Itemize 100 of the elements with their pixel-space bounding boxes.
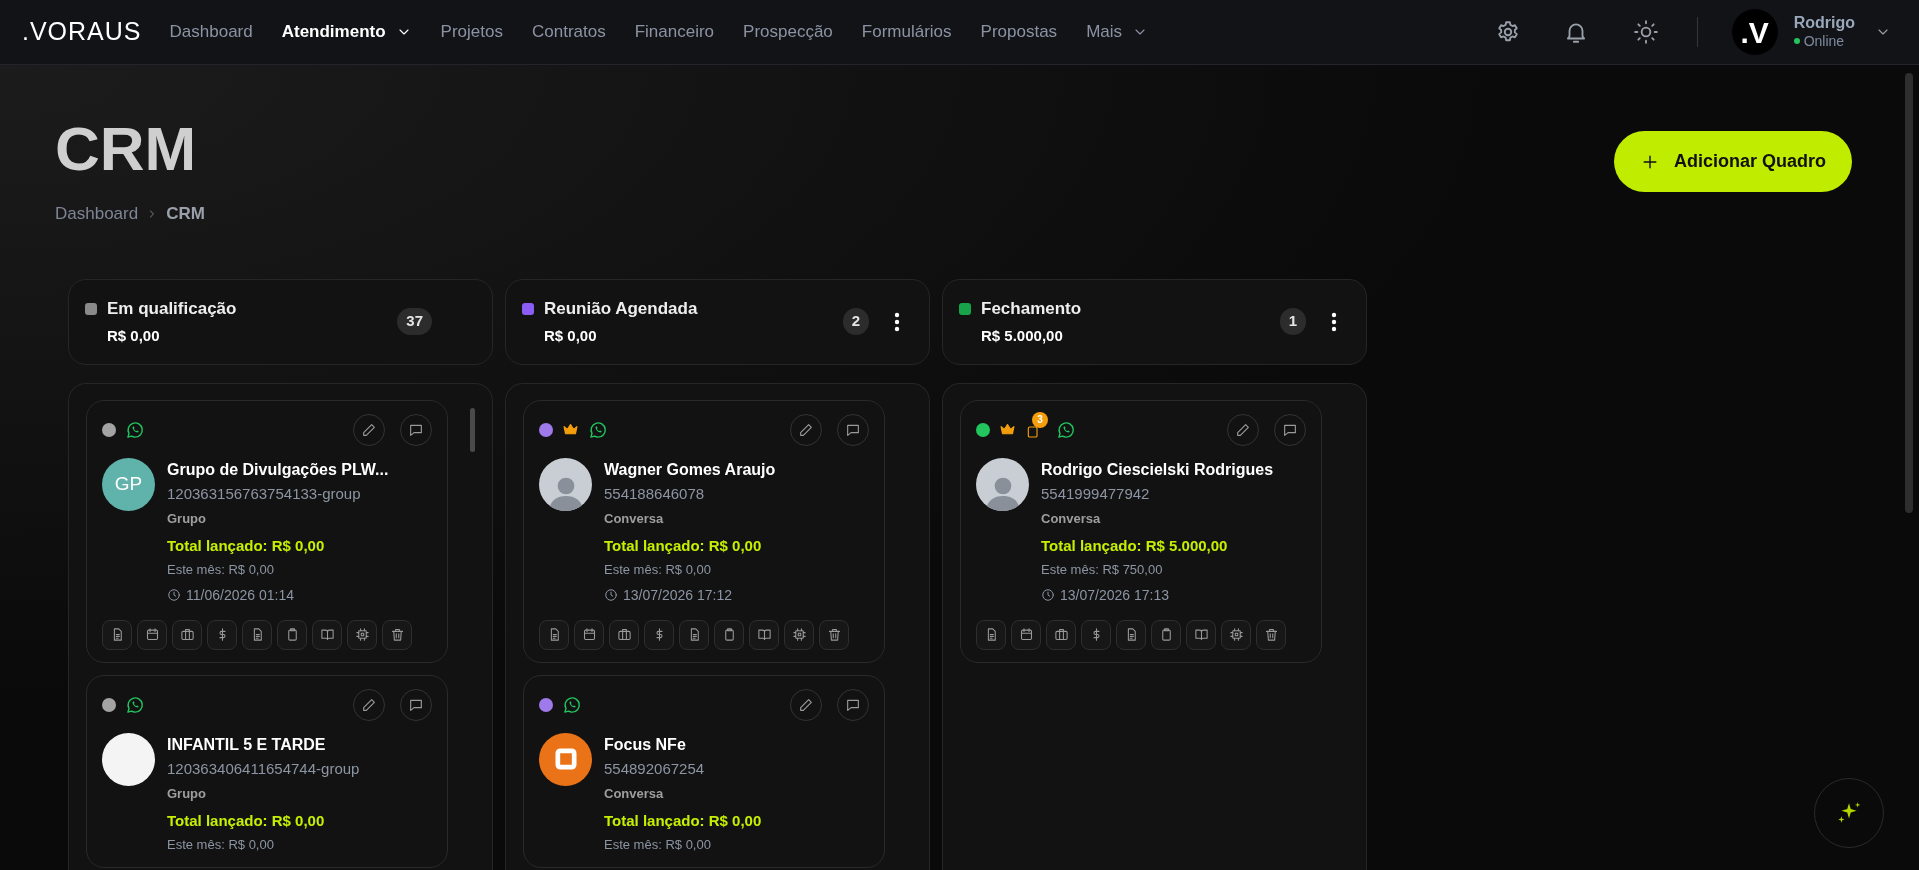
lead-card[interactable]: 3 Rodrigo Ciescielski Rodrigues 5541999477942 Conversa Total lançado: R$ 5.000,00 Este mês: R$ 750,00 13/07/2026 17:13: [960, 399, 1322, 663]
open-book-button[interactable]: [1186, 619, 1216, 650]
monthly-amount: Este mês: R$ 750,00: [1041, 561, 1164, 579]
monthly-amount: Este mês: R$ 0,00: [167, 561, 275, 579]
user-avatar[interactable]: .V: [1731, 9, 1778, 55]
whatsapp-icon: [588, 419, 608, 440]
clipboard-button[interactable]: [277, 619, 307, 650]
nav-link[interactable]: Dashboard: [169, 19, 253, 45]
nav-link[interactable]: Financeiro: [634, 19, 715, 45]
pencil-icon: [361, 696, 377, 713]
column-title: Em qualificação: [107, 297, 237, 320]
calendar-button[interactable]: [574, 619, 604, 650]
whatsapp-icon: [562, 694, 582, 715]
calendar-icon: [581, 627, 597, 642]
nav-link[interactable]: Contratos: [531, 19, 606, 45]
scrollbar-thumb[interactable]: [470, 407, 475, 452]
contact-type: Conversa: [1041, 510, 1102, 528]
clipboard-button[interactable]: [714, 619, 744, 650]
lead-card[interactable]: Wagner Gomes Araujo 554188646078 Conversa Total lançado: R$ 0,00 Este mês: R$ 0,00 13/07/2026 17:12: [523, 399, 885, 663]
document-button[interactable]: [976, 619, 1006, 650]
calendar-button[interactable]: [1011, 619, 1041, 650]
whatsapp-icon: [125, 694, 145, 715]
whatsapp-icon: [1056, 419, 1076, 440]
brand-logo[interactable]: .VORAUS: [22, 13, 142, 51]
chip-icon: [791, 627, 807, 642]
monthly-amount: Este mês: R$ 0,00: [604, 836, 712, 854]
total-amount: Total lançado: R$ 0,00: [167, 810, 326, 831]
column-total: R$ 0,00: [107, 326, 161, 346]
page-title: CRM: [55, 113, 198, 185]
column-total: R$ 0,00: [544, 326, 598, 346]
clock-icon: [1041, 588, 1055, 602]
nav-link[interactable]: Prospecção: [743, 19, 833, 45]
avatar-logo: [539, 732, 592, 786]
open-book-button[interactable]: [749, 619, 779, 650]
briefcase-icon: [1053, 627, 1069, 642]
avatar-photo-placeholder: [976, 457, 1029, 511]
total-amount: Total lançado: R$ 0,00: [167, 535, 326, 556]
briefcase-button[interactable]: [1046, 619, 1076, 650]
kebab-menu-icon: [894, 311, 900, 332]
nav-link[interactable]: Mais: [1086, 19, 1149, 45]
chip-button[interactable]: [1221, 619, 1251, 650]
monthly-amount: Este mês: R$ 0,00: [167, 836, 275, 854]
briefcase-button[interactable]: [609, 619, 639, 650]
open-book-button[interactable]: [312, 619, 342, 650]
nav-link[interactable]: Formulários: [861, 19, 952, 45]
contact-name: Grupo de Divulgações PLW...: [167, 459, 389, 480]
nav-link[interactable]: Projetos: [440, 19, 503, 45]
document-button[interactable]: [242, 619, 272, 650]
contact-type: Grupo: [167, 785, 207, 803]
lead-card[interactable]: GP Grupo de Divulgações PLW... 120363156763754133-group Grupo Total lançado: R$ 0,00 Este mês: R$ 0,00 11/06/2026 01:14: [86, 399, 448, 663]
count-badge: 1: [1279, 308, 1306, 335]
briefcase-button[interactable]: [172, 619, 202, 650]
nav-link[interactable]: Propostas: [980, 19, 1058, 45]
calendar-button[interactable]: [137, 619, 167, 650]
column-total: R$ 5.000,00: [981, 326, 1064, 346]
document-button[interactable]: [679, 619, 709, 650]
contact-name: Focus NFe: [604, 734, 687, 755]
sun-icon: [1632, 19, 1659, 45]
monthly-amount: Este mês: R$ 0,00: [604, 561, 712, 579]
chip-button[interactable]: [347, 619, 377, 650]
calendar-icon: [144, 627, 160, 642]
trash-button[interactable]: [1256, 619, 1286, 650]
pencil-icon: [1235, 421, 1251, 438]
contact-name: Wagner Gomes Araujo: [604, 459, 776, 480]
column-title: Reunião Agendada: [544, 297, 698, 320]
column-title: Fechamento: [981, 297, 1082, 320]
document-button[interactable]: [539, 619, 569, 650]
avatar: GP: [102, 457, 155, 511]
kebab-menu-icon: [1331, 311, 1337, 332]
contact-type: Conversa: [604, 510, 665, 528]
phone-number: 554188646078: [604, 483, 706, 504]
trash-button[interactable]: [819, 619, 849, 650]
clock-icon: [604, 588, 618, 602]
dollar-button[interactable]: [644, 619, 674, 650]
lead-card[interactable]: INFANTIL 5 E TARDE 120363406411654744-group Grupo Total lançado: R$ 0,00 Este mês: R$ 0,00: [86, 674, 448, 868]
page-scrollbar[interactable]: [1905, 73, 1913, 513]
document-button[interactable]: [1116, 619, 1146, 650]
breadcrumb-link[interactable]: Dashboard: [55, 201, 139, 227]
total-amount: Total lançado: R$ 0,00: [604, 810, 762, 831]
dollar-button[interactable]: [1081, 619, 1111, 650]
phone-number: 5541999477942: [1041, 483, 1151, 504]
trash-icon: [389, 627, 405, 642]
nav-link[interactable]: Atendimento: [281, 19, 412, 45]
open-book-icon: [1193, 627, 1209, 642]
total-amount: Total lançado: R$ 0,00: [604, 535, 763, 556]
pencil-icon: [798, 696, 814, 713]
contact-name: INFANTIL 5 E TARDE: [167, 734, 327, 755]
trash-button[interactable]: [382, 619, 412, 650]
timestamp: 11/06/2026 01:14: [186, 585, 294, 605]
dollar-button[interactable]: [207, 619, 237, 650]
chip-button[interactable]: [784, 619, 814, 650]
pencil-icon: [798, 421, 814, 438]
pencil-icon: [361, 421, 377, 438]
lead-card[interactable]: Focus NFe 554892067254 Conversa Total lançado: R$ 0,00 Este mês: R$ 0,00: [523, 674, 885, 868]
add-board-button[interactable]: Adicionar Quadro: [1614, 131, 1852, 192]
clock-icon: [167, 588, 181, 602]
clipboard-button[interactable]: [1151, 619, 1181, 650]
document-button[interactable]: [102, 619, 132, 650]
calendar-icon: [1018, 627, 1034, 642]
phone-number: 120363156763754133-group: [167, 483, 362, 504]
